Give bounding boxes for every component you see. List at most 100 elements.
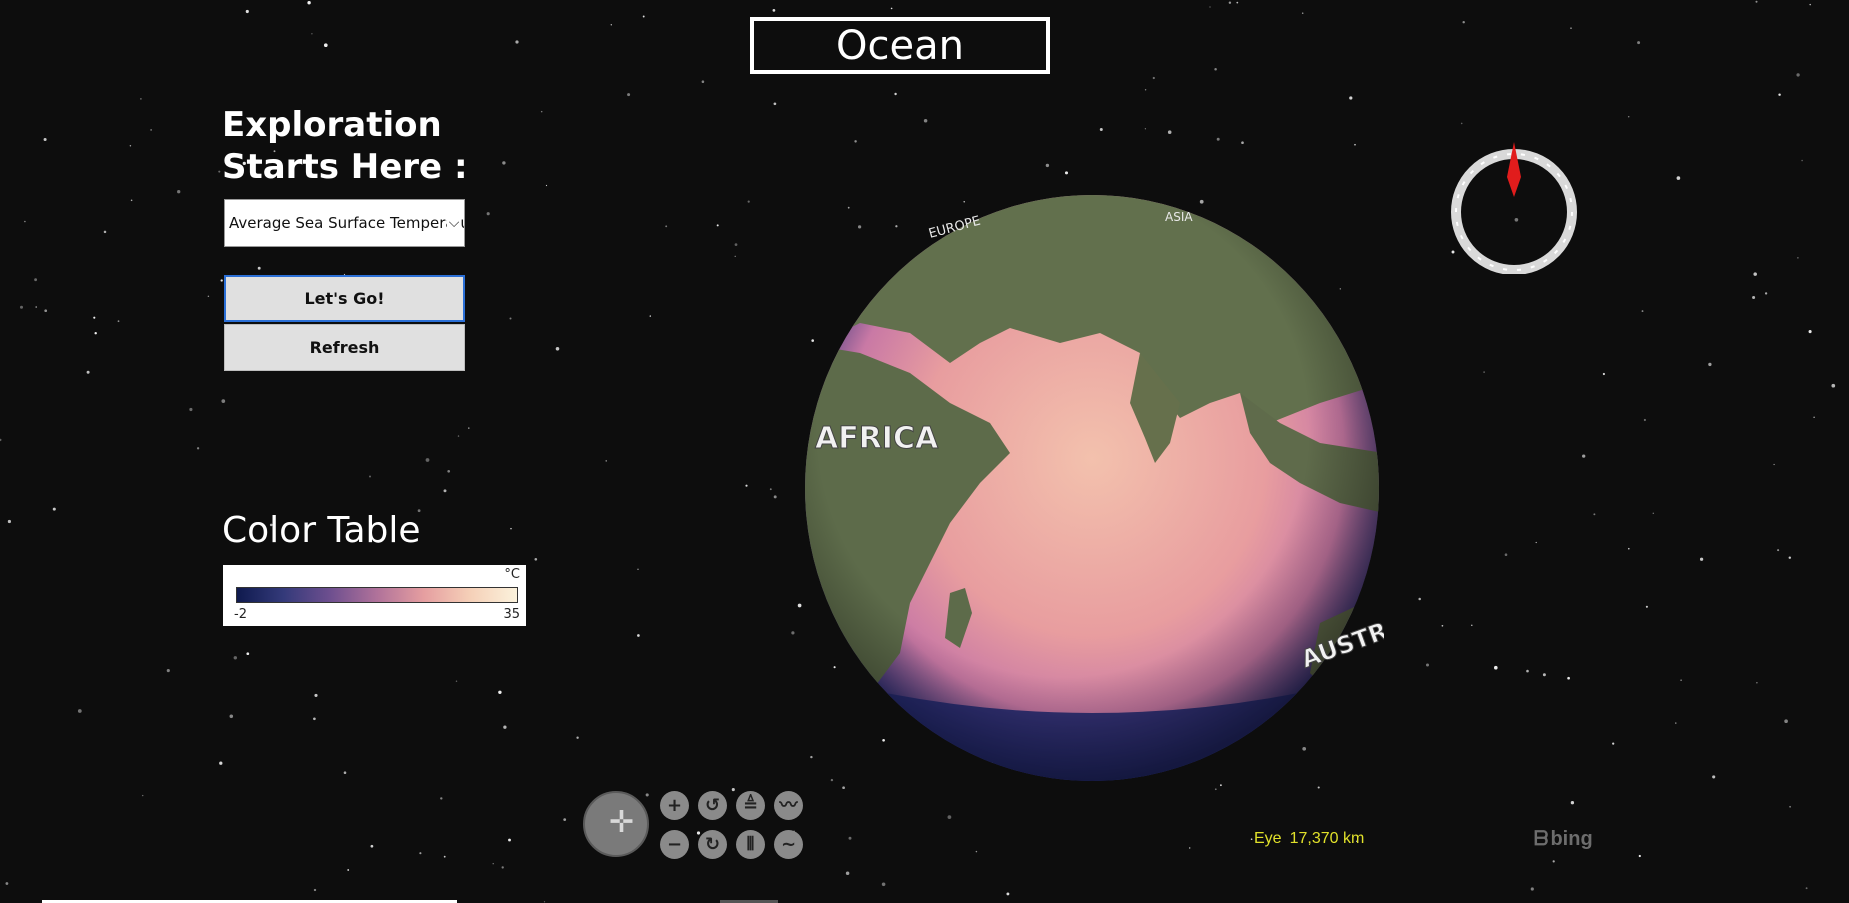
star bbox=[1426, 663, 1429, 667]
page-title: Ocean bbox=[750, 17, 1050, 74]
star bbox=[627, 93, 631, 97]
exaggeration-up-icon[interactable]: 〰 bbox=[774, 791, 803, 820]
eye-altitude-readout: Eye 17,370 km bbox=[1254, 830, 1364, 848]
star bbox=[773, 102, 777, 106]
star bbox=[1753, 272, 1757, 276]
star bbox=[1241, 141, 1244, 145]
star bbox=[311, 33, 313, 35]
star bbox=[457, 435, 460, 437]
star bbox=[347, 869, 350, 871]
star bbox=[1676, 176, 1681, 180]
star bbox=[1228, 1, 1232, 4]
zoom-in-icon[interactable]: + bbox=[660, 791, 689, 820]
star bbox=[854, 140, 857, 143]
star bbox=[1214, 67, 1217, 71]
dataset-select[interactable]: Average Sea Surface Temperature ⌵ bbox=[224, 199, 465, 247]
rotate-left-icon[interactable]: ↺ bbox=[698, 791, 727, 820]
zoom-out-icon[interactable]: − bbox=[660, 830, 689, 859]
star bbox=[323, 43, 328, 48]
star bbox=[447, 469, 451, 473]
star bbox=[576, 736, 579, 739]
star bbox=[313, 717, 316, 721]
star bbox=[1593, 513, 1596, 516]
star bbox=[923, 118, 928, 123]
pan-icon[interactable]: ✛ bbox=[583, 791, 649, 857]
star bbox=[665, 225, 668, 228]
exploration-heading: Exploration Starts Here : bbox=[222, 105, 468, 187]
tilt-down-icon[interactable]: ⦀ bbox=[736, 830, 765, 859]
star bbox=[166, 669, 170, 673]
star bbox=[1494, 665, 1498, 670]
star bbox=[1808, 330, 1812, 334]
star bbox=[468, 427, 470, 429]
star bbox=[77, 709, 82, 713]
legend-min: -2 bbox=[234, 607, 247, 622]
star bbox=[1504, 553, 1508, 556]
star bbox=[1471, 624, 1473, 627]
star bbox=[1813, 416, 1815, 418]
star bbox=[534, 557, 538, 561]
star bbox=[245, 9, 249, 14]
star bbox=[419, 852, 422, 855]
star bbox=[1216, 137, 1220, 141]
star bbox=[1612, 742, 1615, 745]
star bbox=[486, 212, 490, 216]
star bbox=[1144, 89, 1147, 91]
star bbox=[5, 882, 9, 885]
tilt-up-icon[interactable]: ≜ bbox=[736, 791, 765, 820]
star bbox=[1462, 20, 1465, 24]
star bbox=[1752, 295, 1756, 300]
star bbox=[43, 137, 47, 142]
compass[interactable] bbox=[1448, 142, 1580, 275]
star bbox=[443, 489, 447, 493]
bing-logo: ᗷ bing bbox=[1534, 828, 1593, 851]
legend-unit: °C bbox=[504, 567, 520, 582]
star bbox=[1167, 130, 1172, 134]
globe[interactable]: AFRICA AUSTRALIA EUROPE ASIA bbox=[800, 193, 1450, 783]
refresh-button[interactable]: Refresh bbox=[224, 324, 465, 371]
star bbox=[1778, 93, 1781, 96]
star bbox=[177, 190, 181, 194]
star bbox=[370, 844, 374, 848]
star bbox=[1214, 788, 1217, 791]
star bbox=[1699, 557, 1704, 561]
dataset-select-value: Average Sea Surface Temperature bbox=[229, 214, 465, 232]
star bbox=[313, 888, 317, 892]
star bbox=[515, 40, 519, 44]
star bbox=[1637, 41, 1641, 45]
star bbox=[94, 331, 97, 335]
star bbox=[1784, 719, 1788, 724]
star bbox=[1570, 801, 1575, 805]
star bbox=[894, 92, 897, 96]
star bbox=[1542, 673, 1546, 677]
rotate-right-icon[interactable]: ↻ bbox=[698, 830, 727, 859]
star bbox=[218, 170, 221, 173]
star bbox=[1755, 0, 1758, 3]
star bbox=[314, 693, 318, 697]
star bbox=[1526, 669, 1529, 673]
star bbox=[1809, 3, 1811, 6]
star bbox=[1638, 854, 1641, 858]
star bbox=[129, 145, 132, 147]
star bbox=[1317, 786, 1320, 789]
star bbox=[220, 279, 223, 282]
star bbox=[498, 690, 502, 695]
star bbox=[1250, 838, 1253, 841]
star bbox=[1570, 27, 1572, 29]
lets-go-button[interactable]: Let's Go! bbox=[224, 275, 465, 322]
star bbox=[1099, 128, 1103, 131]
star bbox=[1675, 722, 1677, 724]
star bbox=[642, 15, 645, 18]
star bbox=[257, 266, 261, 270]
star bbox=[35, 306, 37, 308]
star bbox=[1628, 547, 1630, 550]
star bbox=[1483, 371, 1485, 373]
star bbox=[1756, 682, 1758, 684]
star bbox=[1535, 541, 1537, 544]
star bbox=[1209, 6, 1211, 8]
star bbox=[605, 460, 607, 462]
exaggeration-down-icon[interactable]: ∼ bbox=[774, 830, 803, 859]
star bbox=[845, 871, 850, 876]
star bbox=[890, 7, 893, 10]
star bbox=[196, 447, 200, 450]
